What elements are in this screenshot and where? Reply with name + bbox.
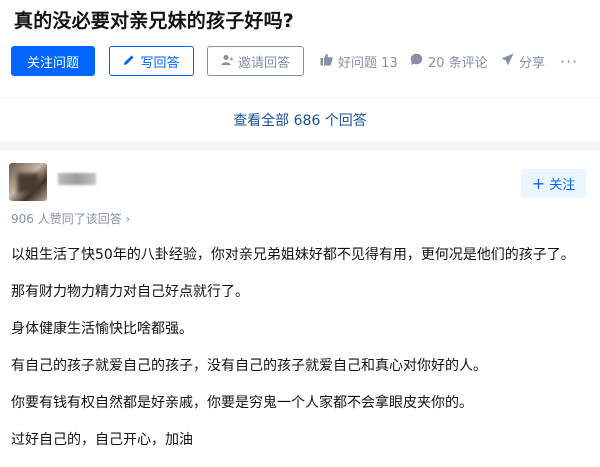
comment-icon xyxy=(410,53,423,70)
answer-paragraph: 有自己的孩子就爱自己的孩子，没有自己的孩子就爱自己和真心对你好的人。 xyxy=(11,358,487,374)
comments-label: 20 条评论 xyxy=(428,55,488,71)
invite-answer-button[interactable]: 邀请回答 xyxy=(207,46,304,76)
follow-question-label: 关注问题 xyxy=(26,55,79,71)
answer-paragraph: 你要有钱有权自然都是好亲戚，你要是穷鬼一个人家都不会拿眼皮夹你的。 xyxy=(11,395,473,411)
answer-content: 以姐生活了快50年的八卦经验，你对亲兄弟姐妹好都不见得有用，更何况是他们的孩子了… xyxy=(11,244,591,466)
share-label: 分享 xyxy=(519,55,546,71)
pencil-icon xyxy=(123,54,135,69)
answer-paragraph: 身体健康生活愉快比啥都强。 xyxy=(11,321,193,337)
follow-author-button[interactable]: + 关注 xyxy=(521,169,586,198)
thumb-up-icon xyxy=(320,53,333,70)
question-actions: 关注问题 写回答 邀请回答 好问题 13 20 条评论 分享 ··· xyxy=(11,46,600,76)
answer-paragraph: 以姐生活了快50年的八卦经验，你对亲兄弟姐妹好都不见得有用，更何况是他们的孩子了… xyxy=(11,247,575,263)
invite-answer-label: 邀请回答 xyxy=(237,55,290,71)
vote-count-link[interactable]: 906 人赞同了该回答 › xyxy=(11,210,130,227)
view-all-answers-label: 查看全部 686 个回答 xyxy=(233,112,367,129)
more-icon: ··· xyxy=(560,51,579,71)
answer-paragraph: 那有财力物力精力对自己好点就行了。 xyxy=(11,284,249,300)
write-answer-label: 写回答 xyxy=(140,55,180,71)
more-button[interactable]: ··· xyxy=(560,46,578,76)
good-question-label: 好问题 13 xyxy=(338,55,398,71)
author-name-blurred[interactable] xyxy=(58,173,96,185)
question-header: 真的没必要对亲兄妹的孩子好吗? 关注问题 写回答 邀请回答 好问题 13 20 … xyxy=(0,0,600,97)
answer-card: + 关注 906 人赞同了该回答 › 以姐生活了快50年的八卦经验，你对亲兄弟姐… xyxy=(0,150,600,467)
person-icon xyxy=(221,54,233,69)
plus-icon: + xyxy=(531,173,546,193)
answer-paragraph: 过好自己的，自己开心，加油 xyxy=(11,432,193,448)
good-question-button[interactable]: 好问题 13 xyxy=(320,46,398,76)
paper-plane-icon xyxy=(501,53,514,70)
follow-question-button[interactable]: 关注问题 xyxy=(11,46,95,76)
view-all-answers-link[interactable]: 查看全部 686 个回答 xyxy=(0,98,600,141)
comments-button[interactable]: 20 条评论 xyxy=(410,46,488,76)
question-title[interactable]: 真的没必要对亲兄妹的孩子好吗? xyxy=(14,6,294,33)
write-answer-button[interactable]: 写回答 xyxy=(109,46,194,76)
avatar[interactable] xyxy=(9,163,47,201)
follow-author-label: 关注 xyxy=(549,178,576,193)
share-button[interactable]: 分享 xyxy=(501,46,545,76)
